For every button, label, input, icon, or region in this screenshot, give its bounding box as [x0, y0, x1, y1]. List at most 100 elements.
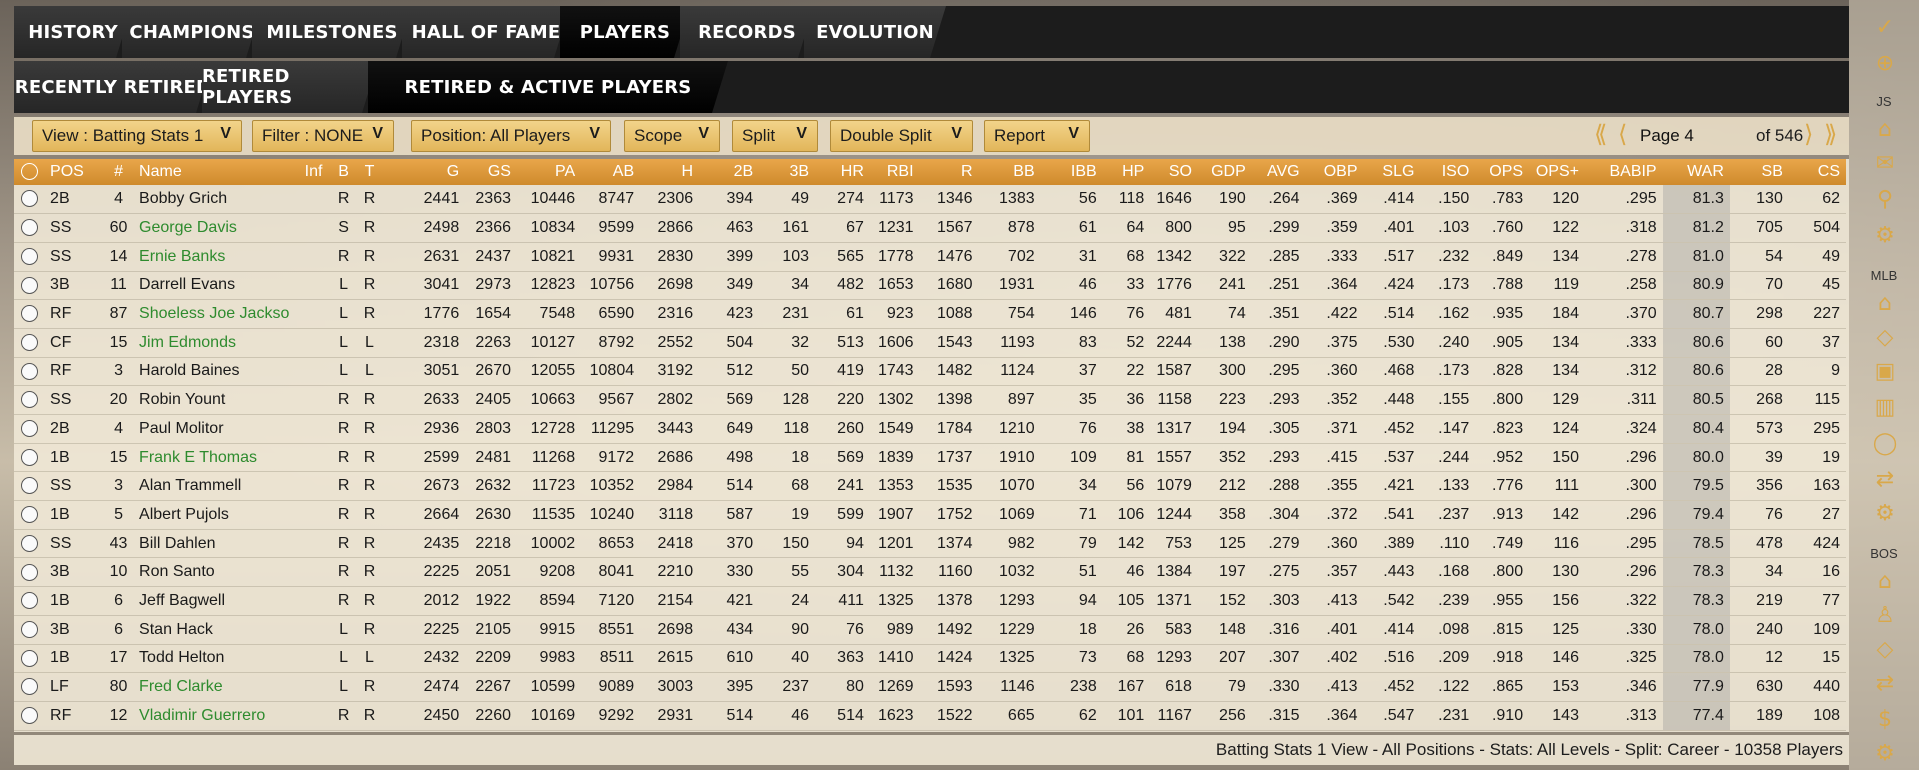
- table-row[interactable]: SS 43 Bill Dahlen R R 2435 2218 10002 8653 2418 37…: [14, 529, 1846, 558]
- row-select-radio[interactable]: [14, 300, 45, 329]
- player-name-link[interactable]: Bill Dahlen: [134, 529, 300, 558]
- row-select-radio[interactable]: [14, 472, 45, 501]
- table-row[interactable]: 3B 11 Darrell Evans L R 3041 2973 12823 10756 269…: [14, 271, 1846, 300]
- player-name-link[interactable]: Bobby Grich: [134, 185, 300, 214]
- column-header-slg[interactable]: SLG: [1364, 159, 1421, 185]
- column-header-bb[interactable]: BB: [979, 159, 1041, 185]
- table-row[interactable]: RF 3 Harold Baines L L 3051 2670 12055 10804 3192…: [14, 357, 1846, 386]
- player-name-link[interactable]: Ernie Banks: [134, 242, 300, 271]
- next-page-icon[interactable]: ⟩: [1804, 120, 1813, 150]
- column-header-rbi[interactable]: RBI: [870, 159, 920, 185]
- diamond-icon[interactable]: ◇: [1871, 324, 1899, 352]
- split-dropdown[interactable]: Split V: [732, 120, 818, 152]
- table-row[interactable]: 1B 5 Albert Pujols R R 2664 2630 11535 10240 3118…: [14, 500, 1846, 530]
- gear-icon[interactable]: ⚙: [1871, 740, 1899, 768]
- column-header-ops[interactable]: OPS: [1475, 159, 1529, 185]
- row-select-radio[interactable]: [14, 673, 45, 702]
- double-split-dropdown[interactable]: Double Split V: [830, 120, 973, 152]
- table-row[interactable]: RF 87 Shoeless Joe Jackso L R 1776 1654 7548 659…: [14, 299, 1846, 329]
- column-header-cs[interactable]: CS: [1789, 159, 1846, 185]
- column-header-hr[interactable]: HR: [815, 159, 870, 185]
- row-select-radio[interactable]: [14, 386, 45, 415]
- table-row[interactable]: SS 20 Robin Yount R R 2633 2405 10663 9567 2802 56…: [14, 385, 1846, 415]
- tab-retired-active-players[interactable]: RETIRED & ACTIVE PLAYERS: [368, 61, 728, 113]
- player-name-link[interactable]: Ron Santo: [134, 558, 300, 587]
- tab-players[interactable]: PLAYERS: [560, 6, 690, 58]
- player-name-link[interactable]: Vladimir Guerrero: [134, 701, 300, 730]
- row-select-radio[interactable]: [14, 443, 45, 472]
- tab-records[interactable]: RECORDS: [680, 6, 814, 58]
- globe-icon[interactable]: ⊕: [1871, 50, 1899, 78]
- tab-retired-players[interactable]: RETIRED PLAYERS: [202, 61, 378, 113]
- column-header-b[interactable]: B: [331, 159, 357, 185]
- dollar-icon[interactable]: $: [1871, 706, 1899, 734]
- row-select-radio[interactable]: [14, 357, 45, 386]
- column-header-[interactable]: #: [103, 159, 134, 185]
- column-header-ibb[interactable]: IBB: [1041, 159, 1103, 185]
- row-select-radio[interactable]: [14, 558, 45, 587]
- column-header-gdp[interactable]: GDP: [1198, 159, 1252, 185]
- player-name-link[interactable]: Paul Molitor: [134, 415, 300, 444]
- home-icon[interactable]: ⌂: [1871, 568, 1899, 596]
- tab-history[interactable]: HISTORY: [14, 6, 132, 58]
- home-icon[interactable]: ⌂: [1871, 290, 1899, 318]
- table-row[interactable]: 1B 17 Todd Helton L L 2432 2209 9983 8511 2615 610…: [14, 644, 1846, 673]
- table-row[interactable]: RF 12 Vladimir Guerrero R R 2450 2260 10169 9292…: [14, 701, 1846, 731]
- table-row[interactable]: SS 60 George Davis S R 2498 2366 10834 9599 2866 4…: [14, 213, 1846, 243]
- column-header-so[interactable]: SO: [1150, 159, 1198, 185]
- prev-page-icon[interactable]: ⟨: [1618, 120, 1627, 150]
- row-select-radio[interactable]: [14, 242, 45, 271]
- search-icon[interactable]: ⚲: [1871, 186, 1899, 214]
- table-row[interactable]: 1B 15 Frank E Thomas R R 2599 2481 11268 9172 268…: [14, 443, 1846, 472]
- column-header-pos[interactable]: POS: [45, 159, 103, 185]
- column-header-gs[interactable]: GS: [465, 159, 517, 185]
- table-row[interactable]: 2B 4 Bobby Grich R R 2441 2363 10446 8747 2306 394…: [14, 185, 1846, 214]
- first-page-icon[interactable]: ⟪: [1594, 120, 1607, 150]
- column-header-ab[interactable]: AB: [581, 159, 640, 185]
- mail-icon[interactable]: ✉: [1871, 150, 1899, 178]
- tab-recently-retired[interactable]: RECENTLY RETIRED: [14, 61, 212, 113]
- column-header-r[interactable]: R: [920, 159, 979, 185]
- table-row[interactable]: LF 80 Fred Clarke L R 2474 2267 10599 9089 3003 39…: [14, 672, 1846, 702]
- player-name-link[interactable]: George Davis: [134, 214, 300, 243]
- player-name-link[interactable]: Stan Hack: [134, 615, 300, 644]
- news-icon[interactable]: ▣: [1871, 358, 1899, 386]
- row-select-radio[interactable]: [14, 501, 45, 530]
- column-header-t[interactable]: T: [357, 159, 383, 185]
- player-name-link[interactable]: Jim Edmonds: [134, 328, 300, 357]
- row-select-radio[interactable]: [14, 271, 45, 300]
- column-header-ops[interactable]: OPS+: [1529, 159, 1585, 185]
- tab-milestones[interactable]: MILESTONES: [252, 6, 412, 58]
- column-header-name[interactable]: Name: [134, 159, 300, 185]
- table-row[interactable]: 1B 6 Jeff Bagwell R R 2012 1922 8594 7120 2154 421…: [14, 586, 1846, 616]
- table-row[interactable]: 3B 10 Ron Santo R R 2225 2051 9208 8041 2210 330 55…: [14, 557, 1846, 587]
- player-name-link[interactable]: Alan Trammell: [134, 472, 300, 501]
- table-row[interactable]: 2B 4 Paul Molitor R R 2936 2803 12728 11295 3443 6…: [14, 414, 1846, 444]
- column-header-iso[interactable]: ISO: [1420, 159, 1475, 185]
- player-name-link[interactable]: Shoeless Joe Jackso: [134, 300, 300, 329]
- checkmark-icon[interactable]: ✓: [1871, 14, 1899, 42]
- page-number-input[interactable]: [1632, 122, 1732, 150]
- last-page-icon[interactable]: ⟫: [1824, 120, 1837, 150]
- tab-evolution[interactable]: EVOLUTION: [804, 6, 946, 58]
- column-header-h[interactable]: H: [640, 159, 699, 185]
- column-header-2b[interactable]: 2B: [699, 159, 759, 185]
- transactions-icon[interactable]: ⇄: [1871, 670, 1899, 698]
- row-select-radio[interactable]: [14, 185, 45, 214]
- gear-icon[interactable]: ⚙: [1871, 500, 1899, 528]
- row-select-radio[interactable]: [14, 644, 45, 673]
- column-header-hp[interactable]: HP: [1103, 159, 1151, 185]
- tab-hall-of-fame[interactable]: HALL OF FAME: [402, 6, 570, 58]
- row-select-radio[interactable]: [14, 328, 45, 357]
- column-header-g[interactable]: G: [382, 159, 465, 185]
- scope-dropdown[interactable]: Scope V: [624, 120, 720, 152]
- column-header-war[interactable]: WAR: [1663, 159, 1730, 185]
- table-row[interactable]: SS 14 Ernie Banks R R 2631 2437 10821 9931 2830 39…: [14, 242, 1846, 272]
- player-name-link[interactable]: Frank E Thomas: [134, 443, 300, 472]
- roster-icon[interactable]: ♙: [1871, 602, 1899, 630]
- column-header-3b[interactable]: 3B: [759, 159, 815, 185]
- column-header-babip[interactable]: BABIP: [1585, 159, 1663, 185]
- report-dropdown[interactable]: Report V: [984, 120, 1090, 152]
- select-all-radio[interactable]: [14, 159, 45, 185]
- row-select-radio[interactable]: [14, 415, 45, 444]
